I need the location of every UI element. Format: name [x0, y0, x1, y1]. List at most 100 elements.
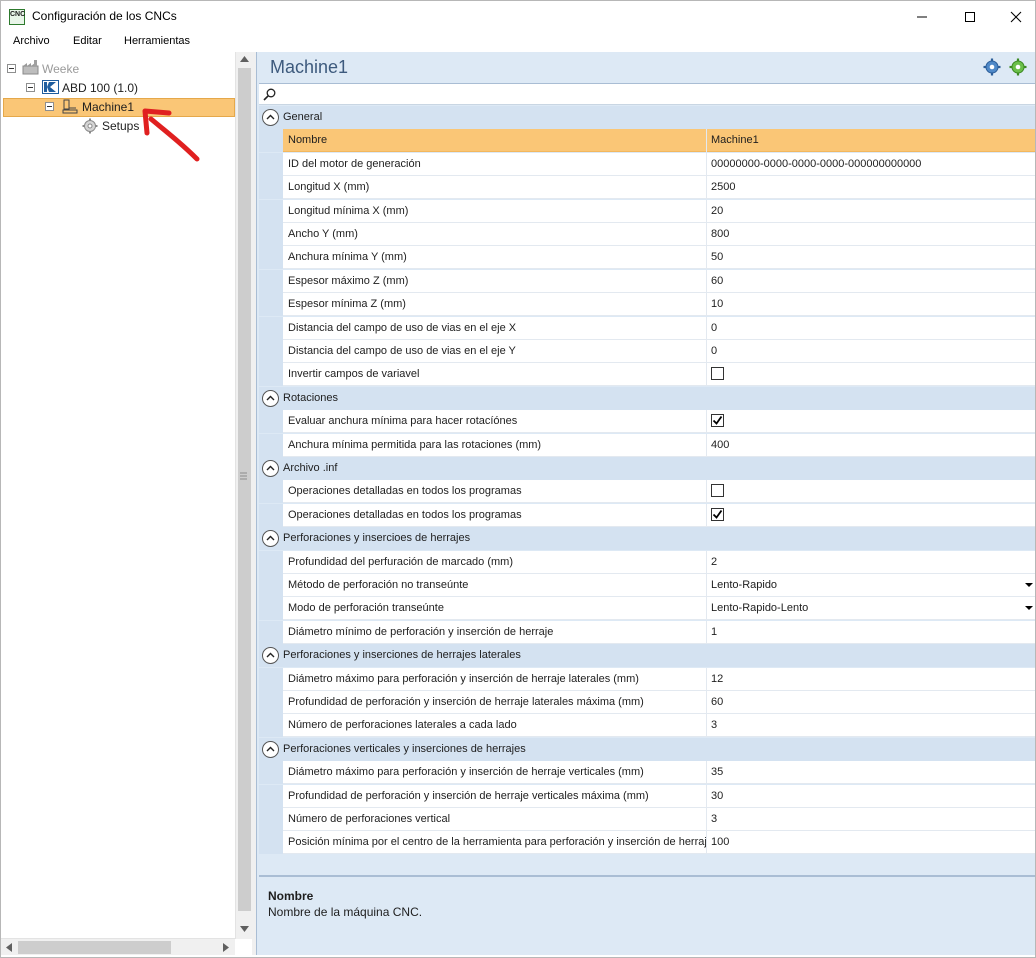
property-row[interactable]: Evaluar anchura mínima para hacer rotací… [283, 410, 1035, 434]
property-value[interactable]: Machine1 [711, 134, 759, 146]
property-row[interactable]: Diámetro máximo para perforación y inser… [283, 761, 1035, 785]
property-row[interactable]: Espesor mínima Z (mm) 10 [283, 293, 1035, 317]
property-row[interactable]: Anchura mínima Y (mm) 50 [283, 246, 1035, 270]
property-value[interactable]: 10 [711, 298, 723, 310]
tree-hscroll-thumb[interactable] [18, 941, 171, 954]
column-divider[interactable] [706, 199, 707, 223]
property-checkbox[interactable] [711, 507, 724, 521]
property-row[interactable]: Número de perforaciones vertical 3 [283, 808, 1035, 831]
column-divider[interactable] [706, 176, 707, 200]
column-divider[interactable] [706, 480, 707, 504]
property-value[interactable]: 00000000-0000-0000-0000-000000000000 [711, 158, 921, 170]
column-divider[interactable] [706, 340, 707, 363]
property-value[interactable]: 12 [711, 673, 723, 685]
property-value[interactable]: 800 [711, 228, 729, 240]
scroll-up-icon[interactable] [240, 56, 249, 62]
menu-archivo[interactable]: Archivo [13, 35, 50, 47]
property-row[interactable]: Método de perforación no transeúnte Lento… [283, 574, 1035, 597]
property-row[interactable]: Longitud mínima X (mm) 20 [283, 199, 1035, 223]
column-divider[interactable] [706, 316, 707, 340]
property-row[interactable]: ID del motor de generación 00000000-0000-… [283, 152, 1035, 176]
column-divider[interactable] [706, 831, 707, 855]
settings-gear-green-icon[interactable] [1009, 58, 1027, 76]
column-divider[interactable] [706, 223, 707, 246]
property-value[interactable]: 0 [711, 345, 717, 357]
column-divider[interactable] [706, 620, 707, 644]
collapse-category-icon[interactable] [262, 109, 279, 126]
property-value[interactable]: 1 [711, 626, 717, 638]
property-value[interactable]: 35 [711, 766, 723, 778]
collapse-weeke-toggle[interactable] [7, 64, 16, 73]
tree-item-weeke[interactable]: Weeke [42, 62, 79, 76]
scroll-right-icon[interactable] [223, 943, 229, 952]
property-row[interactable]: Profundidad de perforación y inserción d… [283, 784, 1035, 808]
tree-horizontal-scrollbar[interactable] [1, 938, 235, 955]
property-row[interactable]: Espesor máximo Z (mm) 60 [283, 269, 1035, 293]
collapse-category-icon[interactable] [262, 647, 279, 665]
close-button[interactable] [993, 1, 1036, 32]
property-value[interactable]: 100 [711, 836, 729, 848]
column-divider[interactable] [706, 503, 707, 527]
property-row[interactable]: Número de perforaciones laterales a cada… [283, 714, 1035, 738]
property-dropdown-value[interactable]: Lento-Rapido [711, 579, 777, 591]
column-divider[interactable] [706, 363, 707, 387]
property-row[interactable]: Distancia del campo de uso de vias en el… [283, 340, 1035, 363]
property-value[interactable]: 3 [711, 813, 717, 825]
property-value[interactable]: 50 [711, 251, 723, 263]
collapse-category-icon[interactable] [262, 530, 279, 548]
column-divider[interactable] [706, 293, 707, 317]
scroll-down-icon[interactable] [240, 926, 249, 932]
property-row[interactable]: Ancho Y (mm) 800 [283, 223, 1035, 246]
column-divider[interactable] [706, 269, 707, 293]
collapse-abd-toggle[interactable] [26, 83, 35, 92]
column-divider[interactable] [706, 784, 707, 808]
property-value[interactable]: 60 [711, 696, 723, 708]
property-checkbox[interactable] [711, 484, 724, 498]
property-row[interactable]: Modo de perforación transeúnte Lento-Rapi… [283, 597, 1035, 621]
property-search-field[interactable] [259, 83, 1035, 105]
property-row[interactable]: Profundidad del perfuración de marcado (… [283, 550, 1035, 574]
property-row[interactable]: Diámetro mínimo de perforación y inserci… [283, 620, 1035, 644]
column-divider[interactable] [706, 808, 707, 831]
property-value[interactable]: 30 [711, 790, 723, 802]
collapse-category-icon[interactable] [262, 389, 279, 407]
column-divider[interactable] [706, 246, 707, 270]
property-value[interactable]: 20 [711, 205, 723, 217]
property-dropdown-value[interactable]: Lento-Rapido-Lento [711, 602, 808, 614]
column-divider[interactable] [706, 410, 707, 434]
property-row[interactable]: Diámetro máximo para perforación y inser… [283, 667, 1035, 691]
property-value[interactable]: 3 [711, 719, 717, 731]
menu-herramientas[interactable]: Herramientas [124, 35, 190, 47]
property-row[interactable]: Nombre Machine1 [283, 129, 1035, 153]
property-row[interactable]: Operaciones detalladas en todos los prog… [283, 480, 1035, 504]
tree-item-setups[interactable]: Setups [102, 119, 139, 133]
menu-editar[interactable]: Editar [73, 35, 102, 47]
column-divider[interactable] [706, 761, 707, 785]
property-value[interactable]: 2500 [711, 181, 735, 193]
column-divider[interactable] [706, 574, 707, 597]
column-divider[interactable] [706, 714, 707, 738]
property-value[interactable]: 60 [711, 275, 723, 287]
tree-vscroll-thumb[interactable] [238, 68, 251, 911]
column-divider[interactable] [706, 667, 707, 691]
settings-gear-blue-icon[interactable] [983, 58, 1001, 76]
property-row[interactable]: Invertir campos de variavel [283, 363, 1035, 387]
collapse-category-icon[interactable] [262, 460, 279, 477]
property-value[interactable]: 400 [711, 439, 729, 451]
collapse-machine1-toggle[interactable] [45, 102, 54, 111]
property-row[interactable]: Operaciones detalladas en todos los prog… [283, 503, 1035, 527]
tree-item-abd100[interactable]: ABD 100 (1.0) [62, 81, 138, 95]
column-divider[interactable] [706, 550, 707, 574]
column-divider[interactable] [706, 129, 707, 153]
scroll-left-icon[interactable] [6, 943, 12, 952]
column-divider[interactable] [706, 597, 707, 621]
property-checkbox[interactable] [711, 414, 724, 428]
property-value[interactable]: 0 [711, 322, 717, 334]
property-checkbox[interactable] [711, 367, 724, 381]
collapse-category-icon[interactable] [262, 740, 279, 758]
property-row[interactable]: Posición mínima por el centro de la herr… [283, 831, 1035, 855]
column-divider[interactable] [706, 152, 707, 176]
column-divider[interactable] [706, 691, 707, 714]
column-divider[interactable] [706, 433, 707, 457]
property-value[interactable]: 2 [711, 556, 717, 568]
